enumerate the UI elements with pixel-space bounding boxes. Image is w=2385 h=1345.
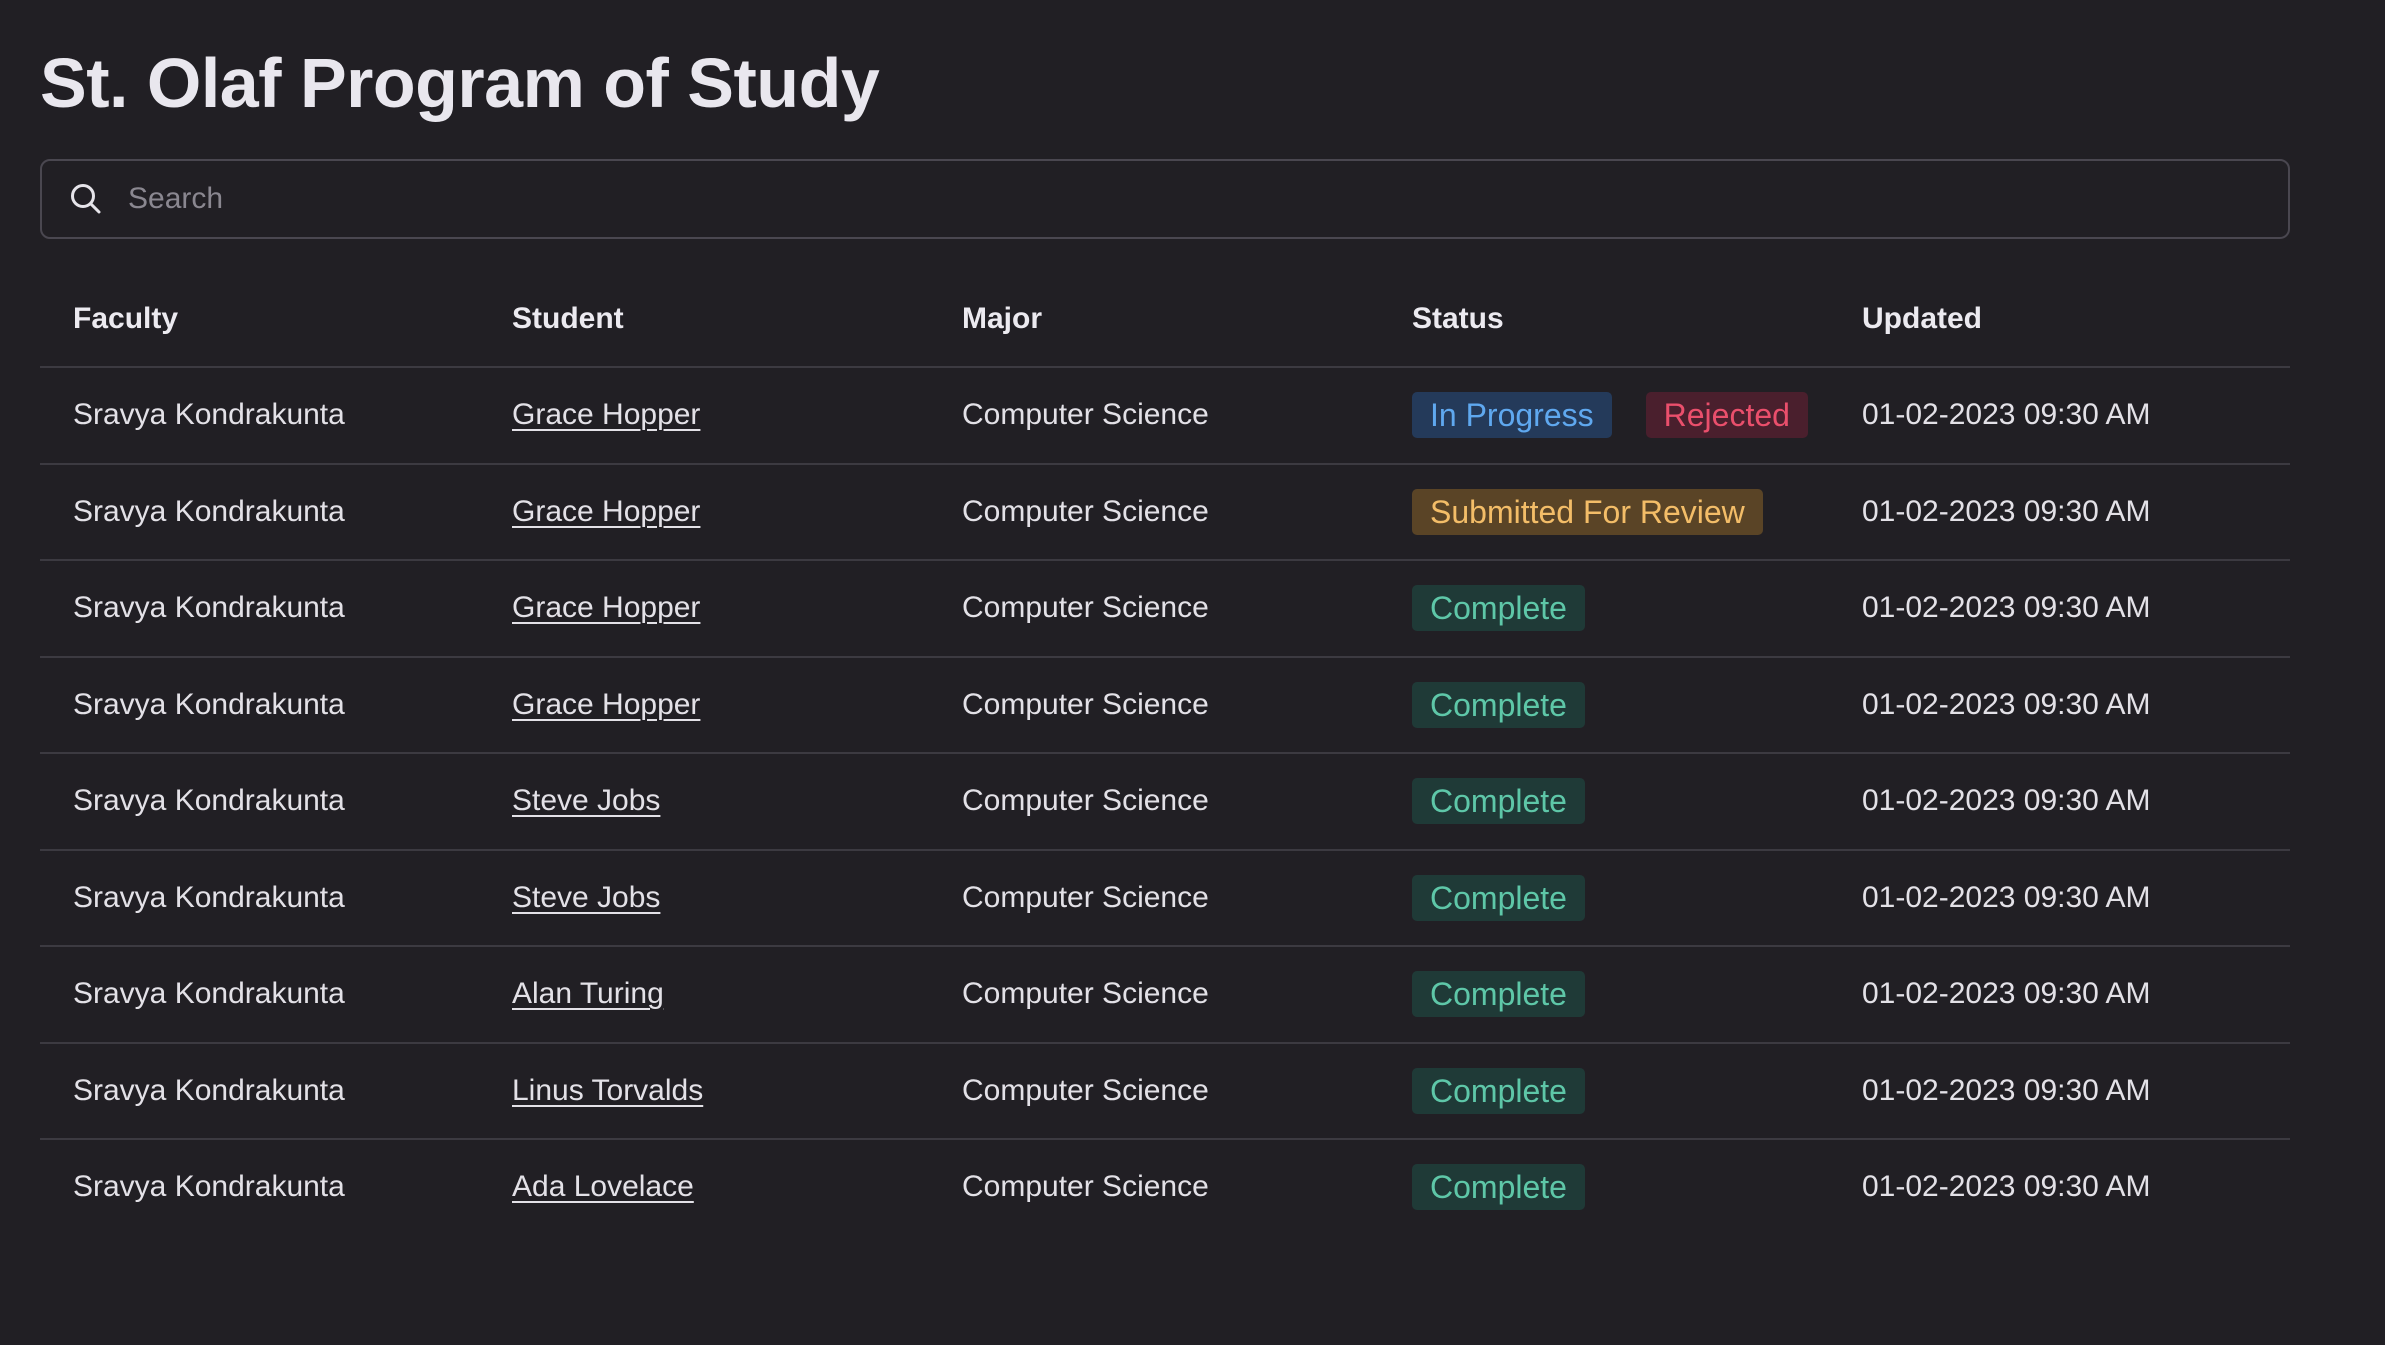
- table-row: Sravya Kondrakunta Steve Jobs Computer Sci…: [40, 849, 2290, 947]
- status-badge: Complete: [1412, 1164, 1585, 1211]
- table-row: Sravya Kondrakunta Ada Lovelace Computer S…: [40, 1139, 2290, 1235]
- program-table: Faculty Student Major Status Updated Sra…: [40, 272, 2290, 1235]
- major-cell: Computer Science: [929, 560, 1379, 658]
- column-header-updated: Updated: [1829, 272, 2290, 368]
- status-cell: Complete: [1379, 560, 1829, 658]
- faculty-cell: Sravya Kondrakunta: [40, 946, 479, 1044]
- status-badge: Complete: [1412, 778, 1585, 825]
- status-cell: Complete: [1379, 849, 1829, 947]
- status-cell: Complete: [1379, 656, 1829, 754]
- table-row: Sravya Kondrakunta Grace Hopper Computer S…: [40, 656, 2290, 754]
- student-cell: Grace Hopper: [479, 560, 929, 658]
- major-cell: Computer Science: [962, 1170, 1209, 1204]
- table-row: Sravya Kondrakunta Grace Hopper Computer S…: [40, 463, 2290, 561]
- updated-cell: 01-02-2023 09:30 AM: [1829, 1042, 2290, 1140]
- table-row: Sravya Kondrakunta Grace Hopper Computer S…: [40, 367, 2290, 465]
- faculty-cell: Sravya Kondrakunta: [40, 656, 479, 754]
- status-badge: Complete: [1412, 874, 1585, 921]
- faculty-cell: Sravya Kondrakunta: [40, 753, 479, 851]
- status-badge: Complete: [1412, 1067, 1585, 1114]
- student-link[interactable]: Grace Hopper: [512, 398, 700, 431]
- student-cell: Alan Turing: [479, 946, 929, 1044]
- search-input[interactable]: [126, 168, 2288, 230]
- faculty-cell: Sravya Kondrakunta: [40, 463, 479, 561]
- student-link[interactable]: Steve Jobs: [512, 881, 660, 914]
- status-badge: Submitted For Review: [1412, 488, 1763, 535]
- updated-cell: 01-02-2023 09:30 AM: [1829, 849, 2290, 947]
- student-cell: Steve Jobs: [479, 849, 929, 947]
- student-link[interactable]: Grace Hopper: [512, 591, 700, 624]
- updated-cell: 01-02-2023 09:30 AM: [1829, 753, 2290, 851]
- student-link[interactable]: Steve Jobs: [512, 784, 660, 817]
- column-header-major: Major: [929, 272, 1379, 368]
- column-header-student: Student: [479, 272, 929, 368]
- column-header-status: Status: [1379, 272, 1829, 368]
- student-cell: Grace Hopper: [479, 656, 929, 754]
- student-link[interactable]: Grace Hopper: [512, 495, 700, 528]
- table-row: Sravya Kondrakunta Grace Hopper Computer S…: [40, 560, 2290, 658]
- status-cell: Submitted For Review: [1379, 463, 1829, 561]
- faculty-cell: Sravya Kondrakunta: [40, 1042, 479, 1140]
- updated-cell: 01-02-2023 09:30 AM: [1829, 560, 2290, 658]
- major-cell: Computer Science: [929, 463, 1379, 561]
- faculty-cell: Sravya Kondrakunta: [40, 849, 479, 947]
- table-header-row: Faculty Student Major Status Updated: [40, 272, 2290, 368]
- major-cell: Computer Science: [929, 946, 1379, 1044]
- student-link[interactable]: Grace Hopper: [512, 688, 700, 721]
- updated-cell: 01-02-2023 09:30 AM: [1829, 463, 2290, 561]
- faculty-cell: Sravya Kondrakunta: [73, 1170, 345, 1204]
- status-badge: Complete: [1412, 585, 1585, 632]
- page: St. Olaf Program of Study Faculty Studen…: [0, 0, 2385, 1345]
- student-cell: Grace Hopper: [479, 463, 929, 561]
- table-row: Sravya Kondrakunta Alan Turing Computer Sc…: [40, 946, 2290, 1044]
- status-cell: Complete: [1379, 1139, 1829, 1235]
- major-cell: Computer Science: [929, 367, 1379, 465]
- table-body: Sravya Kondrakunta Grace Hopper Computer S…: [40, 367, 2290, 1235]
- student-cell: Steve Jobs: [479, 753, 929, 851]
- updated-cell: 01-02-2023 09:30 AM: [1829, 367, 2290, 465]
- table-row: Sravya Kondrakunta Steve Jobs Computer Sci…: [40, 753, 2290, 851]
- student-cell: Ada Lovelace: [479, 1139, 929, 1235]
- student-link[interactable]: Ada Lovelace: [512, 1170, 694, 1203]
- status-badge: Rejected: [1645, 392, 1808, 439]
- updated-cell: 01-02-2023 09:30 AM: [1829, 946, 2290, 1044]
- column-header-faculty: Faculty: [40, 272, 479, 368]
- search-icon: [68, 181, 104, 217]
- student-cell: Grace Hopper: [479, 367, 929, 465]
- updated-cell: 01-02-2023 09:30 AM: [1862, 1170, 2151, 1204]
- status-badge: Complete: [1412, 681, 1585, 728]
- status-badge: In Progress: [1412, 392, 1612, 439]
- page-title: St. Olaf Program of Study: [40, 44, 880, 122]
- table-row: Sravya Kondrakunta Linus Torvalds Computer…: [40, 1042, 2290, 1140]
- status-cell: Complete: [1379, 946, 1829, 1044]
- major-cell: Computer Science: [929, 656, 1379, 754]
- student-link[interactable]: Linus Torvalds: [512, 1074, 703, 1107]
- updated-cell: 01-02-2023 09:30 AM: [1829, 656, 2290, 754]
- status-badge: Complete: [1412, 971, 1585, 1018]
- faculty-cell: Sravya Kondrakunta: [40, 560, 479, 658]
- major-cell: Computer Science: [929, 849, 1379, 947]
- status-cell: Complete: [1379, 753, 1829, 851]
- search-bar[interactable]: [40, 159, 2290, 239]
- major-cell: Computer Science: [929, 753, 1379, 851]
- major-cell: Computer Science: [929, 1042, 1379, 1140]
- faculty-cell: Sravya Kondrakunta: [40, 367, 479, 465]
- status-cell: Complete: [1379, 1042, 1829, 1140]
- student-cell: Linus Torvalds: [479, 1042, 929, 1140]
- student-link[interactable]: Alan Turing: [512, 977, 664, 1010]
- status-cell: In Progress Rejected: [1379, 367, 1829, 465]
